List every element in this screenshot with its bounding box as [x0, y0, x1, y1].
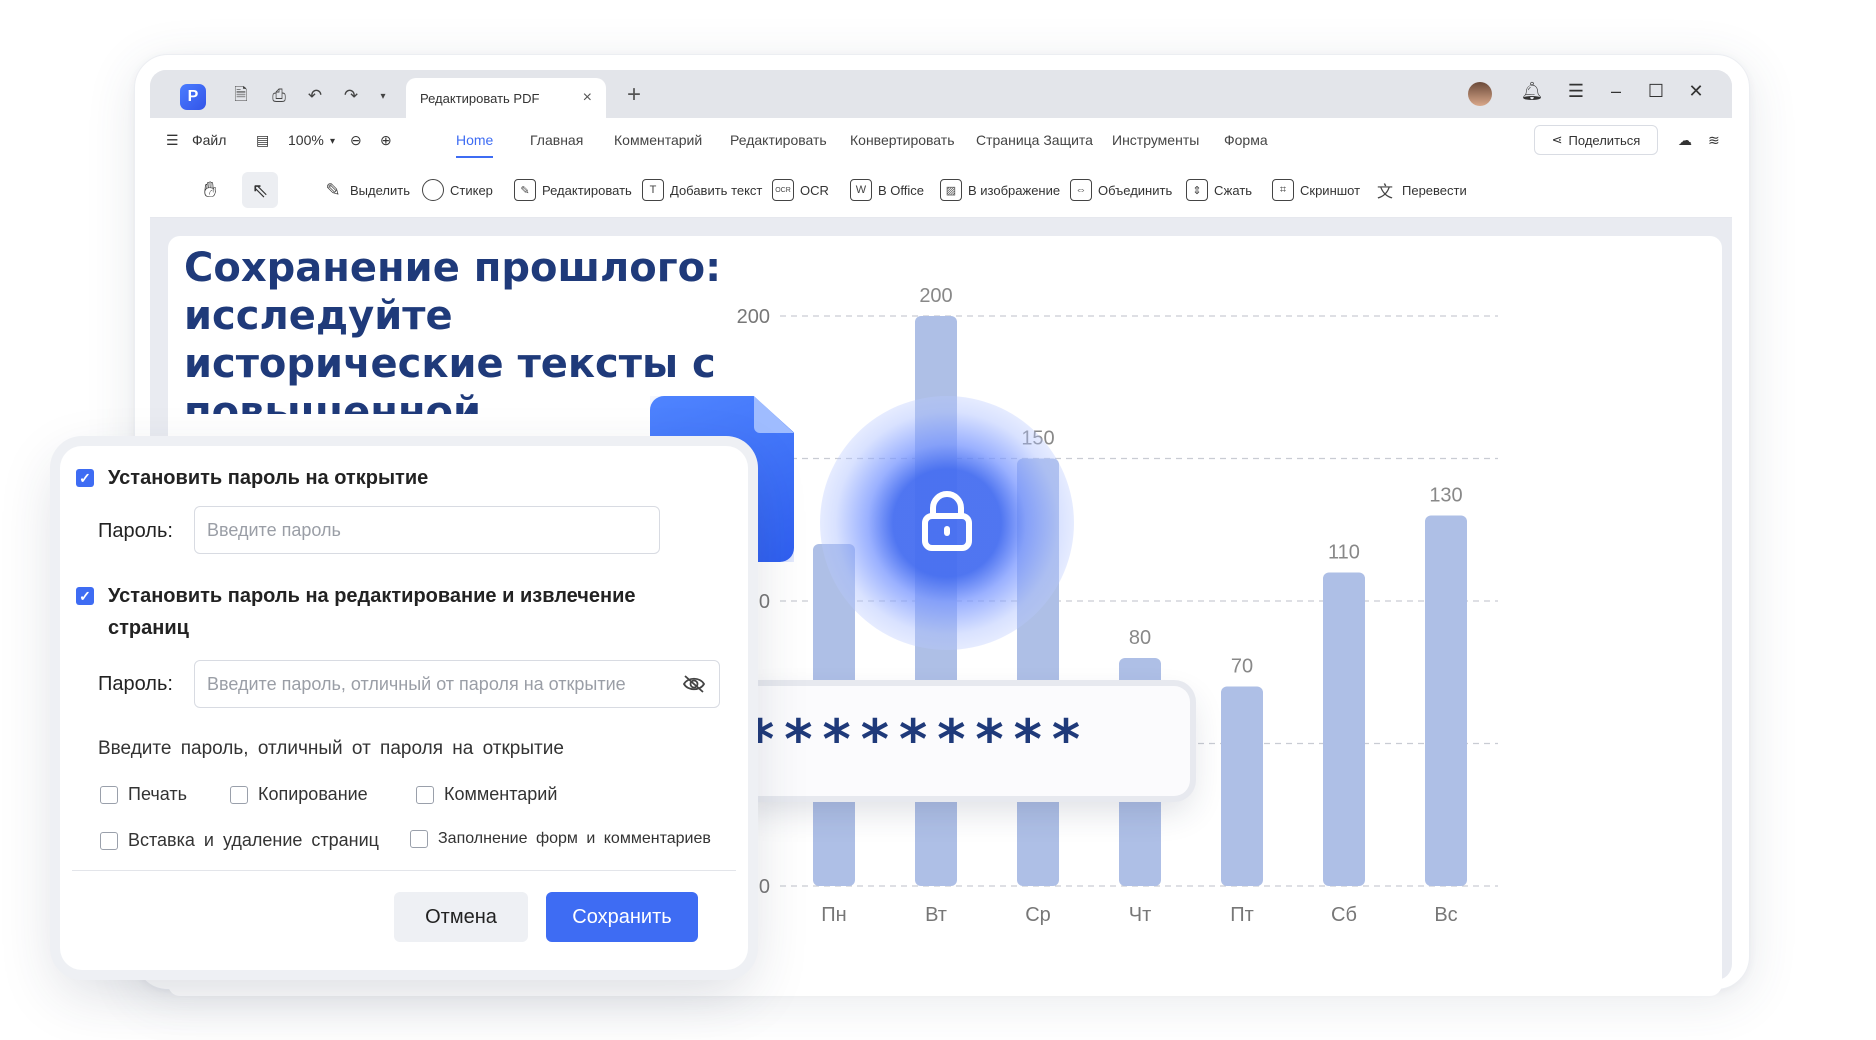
- edit-password-label: Установить пароль на редактирование и из…: [108, 585, 636, 639]
- dialog-divider: [72, 870, 736, 871]
- save-button[interactable]: Сохранить: [546, 892, 698, 942]
- permission-comment[interactable]: Комментарий: [416, 784, 557, 805]
- x-tick-label: Ср: [1025, 904, 1051, 926]
- padlock-icon: [922, 491, 972, 551]
- x-tick-label: Вт: [925, 904, 947, 926]
- password-hint: Введите пароль, отличный от пароля на от…: [98, 738, 564, 759]
- permission-print[interactable]: Печать: [100, 784, 187, 805]
- chart-bar: [1425, 515, 1467, 886]
- bar-value-label: 110: [1328, 542, 1360, 564]
- open-password-checkbox[interactable]: ✓: [76, 469, 94, 487]
- x-tick-label: Вс: [1434, 904, 1457, 926]
- y-tick-label: 0: [759, 876, 770, 898]
- insert-delete-checkbox[interactable]: [100, 831, 118, 850]
- permission-insert-delete-pages[interactable]: Вставка и удаление страниц: [100, 830, 379, 851]
- permission-copy[interactable]: Копирование: [230, 784, 368, 805]
- edit-password-checkbox[interactable]: ✓: [76, 587, 94, 605]
- open-password-input[interactable]: [194, 506, 660, 554]
- chart-bar: [1221, 686, 1263, 886]
- permission-label: Комментарий: [444, 784, 558, 804]
- y-tick-label: 200: [737, 306, 770, 328]
- permission-label: Заполнение форм и комментариев: [438, 830, 711, 847]
- print-checkbox[interactable]: [100, 785, 118, 804]
- cancel-button[interactable]: Отмена: [394, 892, 528, 942]
- permission-fill-forms[interactable]: Заполнение форм и комментариев: [410, 830, 711, 848]
- hide-password-eye-icon[interactable]: [682, 672, 706, 696]
- comment-checkbox[interactable]: [416, 785, 434, 804]
- permission-label: Копирование: [258, 784, 368, 804]
- fill-forms-checkbox[interactable]: [410, 830, 428, 848]
- password-stars: *********: [746, 708, 1091, 771]
- open-password-label: Установить пароль на открытие: [108, 467, 429, 489]
- permission-label: Вставка и удаление страниц: [128, 830, 379, 850]
- x-tick-label: Сб: [1331, 904, 1357, 926]
- bar-value-label: 80: [1129, 627, 1151, 649]
- open-password-option[interactable]: ✓ Установить пароль на открытие: [76, 462, 428, 494]
- x-tick-label: Пт: [1230, 904, 1254, 926]
- edit-password-option[interactable]: ✓ Установить пароль на редактирование и …: [76, 580, 676, 644]
- x-tick-label: Пн: [821, 904, 846, 926]
- x-tick-label: Чт: [1129, 904, 1152, 926]
- bar-value-label: 200: [919, 285, 952, 307]
- permission-label: Печать: [128, 784, 187, 804]
- bar-value-label: 70: [1231, 656, 1253, 678]
- bar-value-label: 130: [1429, 485, 1462, 507]
- edit-password-input[interactable]: [194, 660, 720, 708]
- open-password-field-label: Пароль:: [98, 520, 173, 542]
- copy-checkbox[interactable]: [230, 785, 248, 804]
- chart-bar: [1323, 572, 1365, 886]
- edit-password-field-label: Пароль:: [98, 673, 173, 695]
- password-display: *********: [740, 686, 1190, 796]
- y-tick-label: 0: [759, 591, 770, 613]
